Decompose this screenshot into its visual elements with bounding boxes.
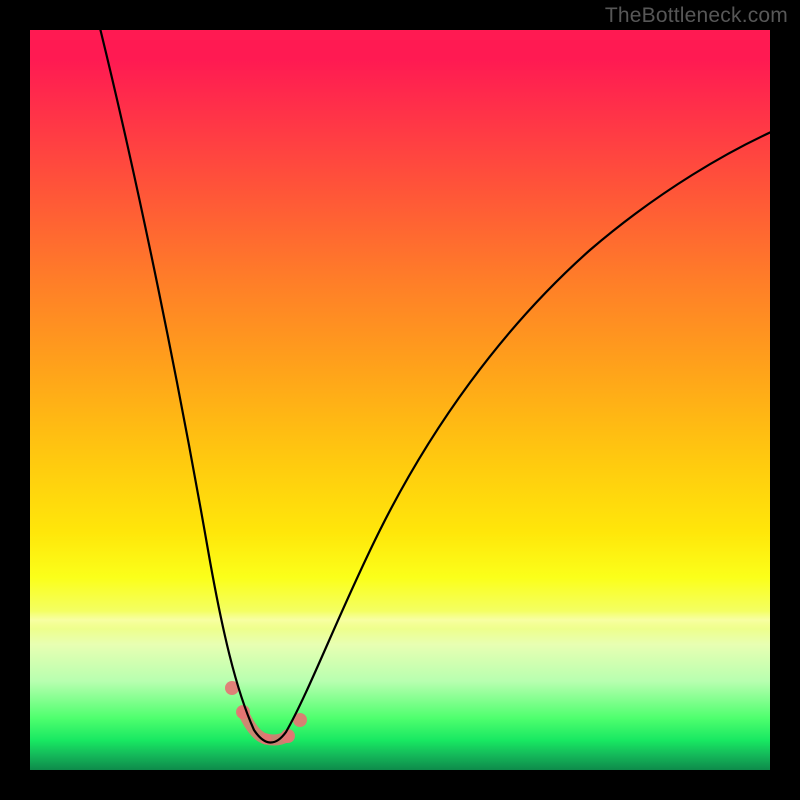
plot-area (30, 30, 770, 770)
curve-path (98, 30, 770, 743)
watermark-text: TheBottleneck.com (605, 4, 788, 28)
bottleneck-curve (30, 30, 770, 770)
valley-highlight (225, 681, 307, 743)
chart-stage: TheBottleneck.com (0, 0, 800, 800)
